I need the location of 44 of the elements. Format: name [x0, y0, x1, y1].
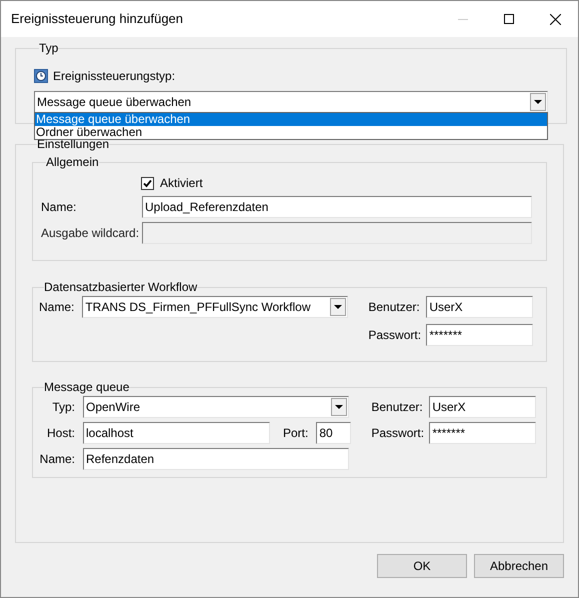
- password-field[interactable]: *******: [426, 324, 534, 346]
- field-label: Name:: [41, 199, 78, 216]
- close-icon: [550, 14, 560, 24]
- field-label: Host:: [46, 425, 75, 442]
- clock-icon: [34, 69, 48, 83]
- dropdown-button[interactable]: [331, 398, 347, 416]
- type-dropdown[interactable]: OpenWire: [83, 396, 349, 418]
- dropdown-option[interactable]: Message queue überwachen: [35, 113, 547, 126]
- group-title: Datensatzbasierter Workflow: [44, 280, 198, 294]
- name-field[interactable]: Refenzdaten: [83, 448, 349, 470]
- dialog-button[interactable]: OK: [377, 554, 467, 578]
- field-label: Name:: [39, 451, 75, 468]
- group-title: Einstellungen: [37, 137, 110, 151]
- field-label: Passwort:: [368, 327, 418, 344]
- field-label: Passwort:: [371, 425, 422, 442]
- field-label: Name:: [39, 299, 74, 316]
- field-label: Ereignissteuerungstyp:: [53, 68, 176, 85]
- maximize-icon: [504, 14, 514, 24]
- password-field[interactable]: *******: [429, 422, 536, 444]
- field-label: Ausgabe wildcard:: [41, 225, 140, 242]
- caret-icon: [534, 100, 542, 104]
- field-label: Benutzer:: [371, 399, 422, 416]
- user-field[interactable]: UserX: [426, 296, 534, 318]
- type-dropdown[interactable]: Message queue überwachen: [34, 91, 548, 113]
- dropdown-button[interactable]: [330, 298, 346, 316]
- field-label: Typ:: [51, 399, 75, 416]
- group-title: Message queue: [44, 380, 130, 394]
- name-field[interactable]: Upload_Referenzdaten: [142, 196, 532, 218]
- host-field[interactable]: localhost: [83, 422, 270, 444]
- checkbox[interactable]: [141, 176, 154, 190]
- field-label: Benutzer:: [368, 299, 418, 316]
- minimize-icon: [458, 18, 468, 20]
- checkbox-label[interactable]: Aktiviert: [160, 172, 203, 194]
- dropdown-button[interactable]: [530, 93, 546, 111]
- user-field[interactable]: UserX: [429, 396, 536, 418]
- field-label: Port:: [283, 425, 308, 442]
- workflow-dropdown[interactable]: TRANS DS_Firmen_PFFullSync Workflow: [82, 296, 348, 318]
- dialog-button[interactable]: Abbrechen: [474, 554, 564, 578]
- group-title: Allgemein: [46, 155, 99, 169]
- window-title: Ereignissteuerung hinzufügen: [11, 10, 184, 28]
- group-title: Typ: [39, 41, 58, 55]
- caret-icon: [335, 405, 343, 409]
- port-field[interactable]: 80: [316, 422, 352, 444]
- caret-icon: [334, 305, 342, 309]
